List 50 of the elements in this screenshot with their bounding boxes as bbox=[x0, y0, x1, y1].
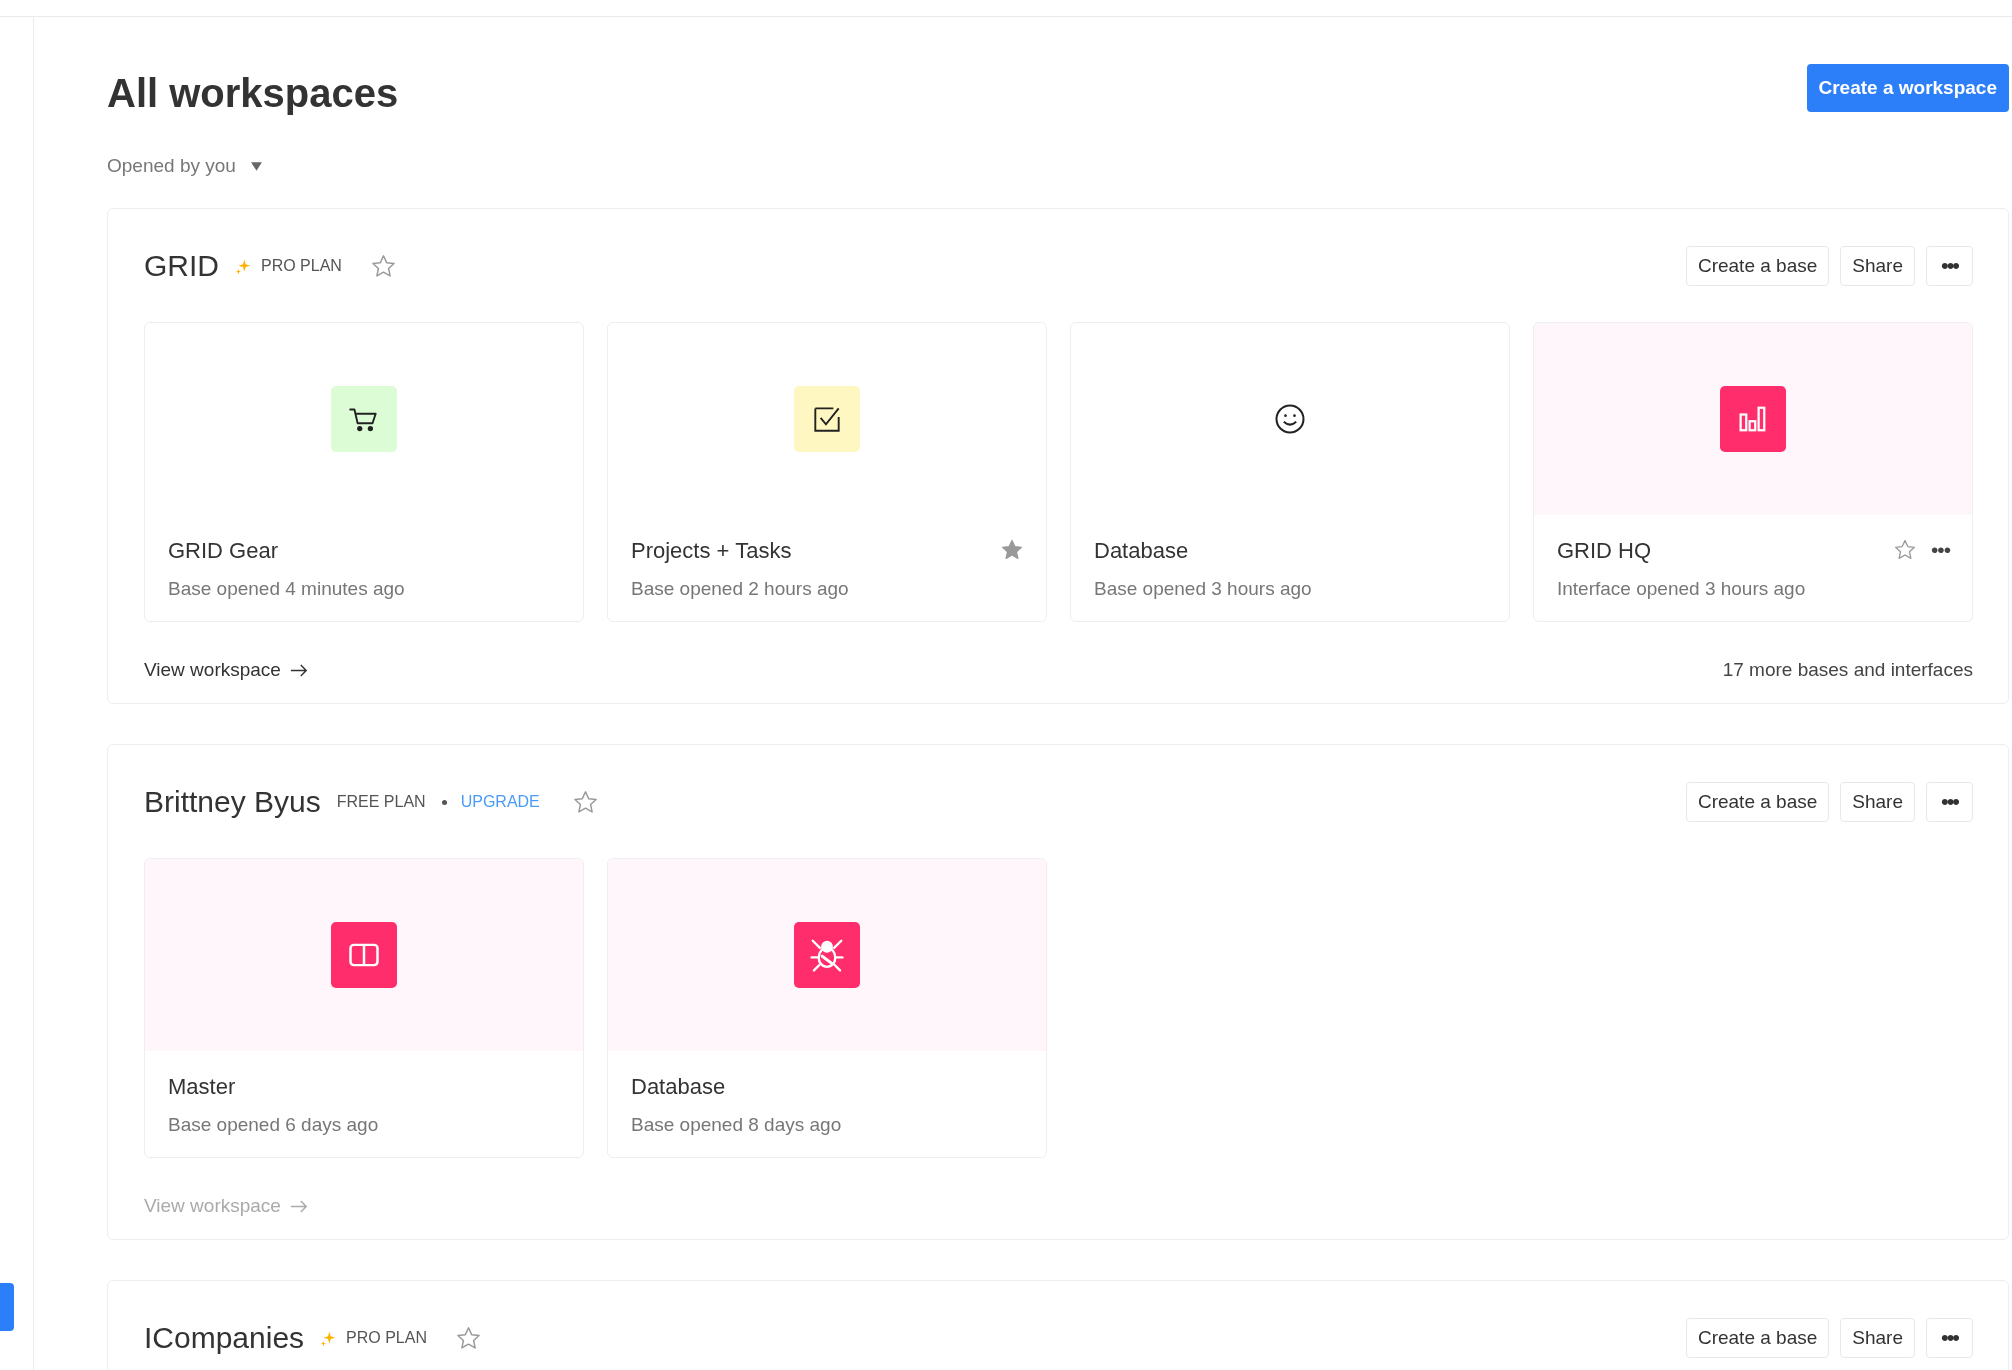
base-card[interactable]: GRID HQ Interface opened 3 hours ago ••• bbox=[1533, 322, 1973, 622]
base-subtitle: Base opened 2 hours ago bbox=[631, 577, 850, 601]
base-subtitle: Base opened 8 days ago bbox=[631, 1113, 843, 1137]
create-base-button[interactable]: Create a base bbox=[1685, 246, 1830, 286]
sparkle-icon bbox=[235, 257, 252, 275]
more-bases-label[interactable]: 17 more bases and interfaces bbox=[1722, 659, 1973, 681]
base-card[interactable]: Database Base opened 3 hours ago bbox=[1070, 322, 1510, 622]
share-button[interactable]: Share bbox=[1840, 1318, 1915, 1358]
filter-dropdown[interactable]: Opened by you bbox=[107, 155, 236, 177]
create-base-button[interactable]: Create a base bbox=[1685, 1318, 1830, 1358]
base-name: Master bbox=[168, 1073, 237, 1101]
base-card[interactable]: Master Base opened 6 days ago bbox=[144, 858, 584, 1158]
more-button[interactable]: ••• bbox=[1930, 538, 1950, 562]
base-name: Database bbox=[631, 1073, 727, 1101]
more-button[interactable]: ••• bbox=[1926, 1318, 1973, 1358]
workspace-name: Brittney Byus bbox=[144, 785, 321, 819]
star-icon[interactable] bbox=[1000, 538, 1024, 562]
base-name: Database bbox=[1094, 537, 1190, 565]
plan-label: PRO PLAN bbox=[346, 1329, 427, 1347]
share-button[interactable]: Share bbox=[1840, 782, 1915, 822]
more-button[interactable]: ••• bbox=[1926, 782, 1973, 822]
base-subtitle: Base opened 3 hours ago bbox=[1094, 577, 1313, 601]
base-subtitle: Base opened 4 minutes ago bbox=[168, 577, 406, 601]
share-button[interactable]: Share bbox=[1840, 246, 1915, 286]
star-icon[interactable] bbox=[571, 788, 599, 816]
arrow-right-icon[interactable] bbox=[289, 662, 308, 678]
base-subtitle: Interface opened 3 hours ago bbox=[1557, 577, 1807, 601]
star-icon[interactable] bbox=[455, 1324, 482, 1352]
base-card[interactable]: GRID Gear Base opened 4 minutes ago bbox=[144, 322, 584, 622]
base-name: GRID Gear bbox=[168, 537, 280, 565]
base-name: GRID HQ bbox=[1557, 537, 1653, 565]
page-title: All workspaces bbox=[107, 70, 399, 117]
plan-label: FREE PLAN bbox=[336, 793, 426, 811]
sparkle-icon bbox=[320, 1329, 338, 1347]
separator-dot-icon bbox=[441, 799, 447, 805]
more-button[interactable]: ••• bbox=[1926, 246, 1973, 286]
star-icon[interactable] bbox=[1892, 538, 1917, 562]
caret-icon[interactable] bbox=[249, 160, 263, 172]
base-subtitle: Base opened 6 days ago bbox=[168, 1113, 380, 1137]
sidebar-toggle[interactable] bbox=[0, 1283, 14, 1331]
workspace-name: GRID bbox=[144, 249, 219, 283]
create-base-button[interactable]: Create a base bbox=[1685, 782, 1830, 822]
star-icon[interactable] bbox=[369, 252, 397, 280]
view-workspace-link[interactable]: View workspace bbox=[144, 659, 281, 681]
plan-label: PRO PLAN bbox=[261, 257, 342, 275]
base-card[interactable]: Projects + Tasks Base opened 2 hours ago bbox=[607, 322, 1047, 622]
create-workspace-button[interactable]: Create a workspace bbox=[1806, 64, 2009, 112]
base-card[interactable]: Database Base opened 8 days ago bbox=[607, 858, 1047, 1158]
base-name: Projects + Tasks bbox=[631, 537, 793, 565]
workspace-name: ICompanies bbox=[144, 1321, 305, 1355]
